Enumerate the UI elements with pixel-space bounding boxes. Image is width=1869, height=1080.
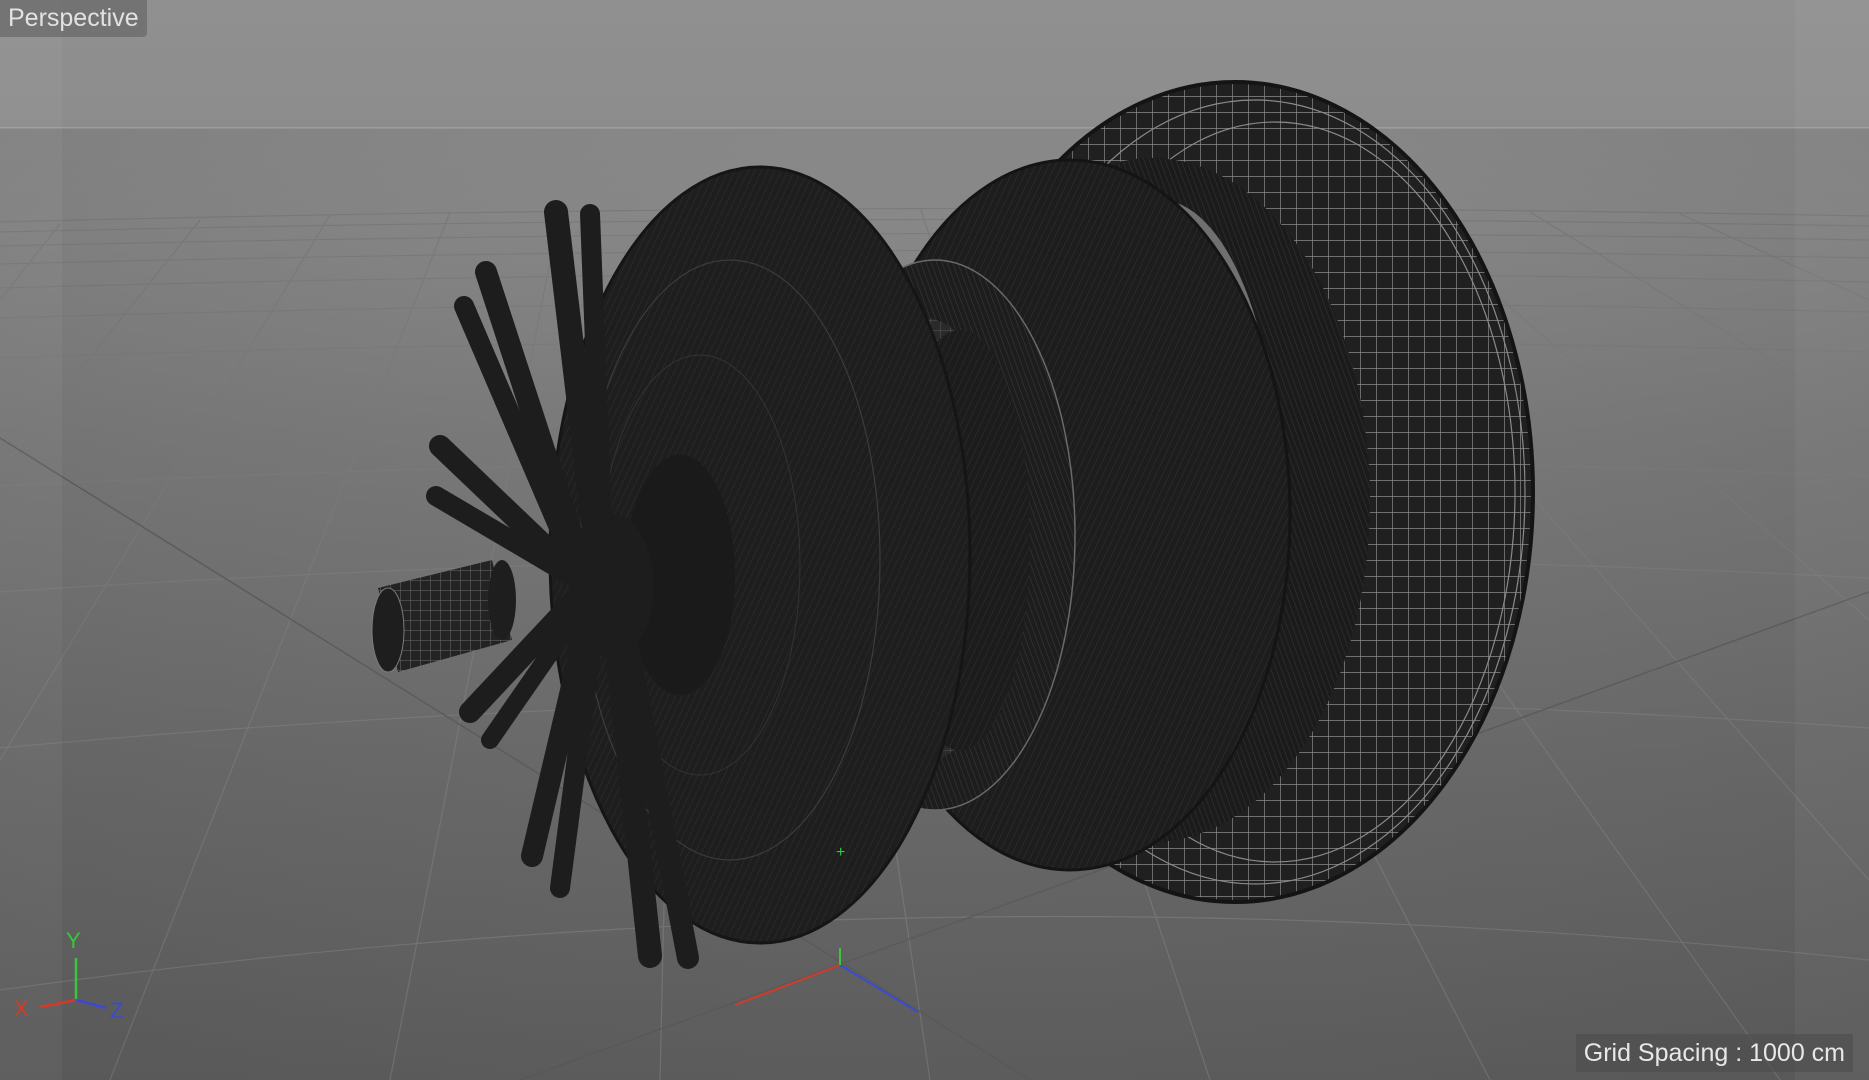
perspective-viewport[interactable]: + Y X Z Perspective Grid Spacing : 1000 …	[0, 0, 1869, 1080]
viewport-edge-shade	[1795, 0, 1869, 1080]
y-axis-label: Y	[66, 928, 81, 953]
viewport-edge-shade	[0, 0, 62, 1080]
scene-canvas[interactable]: + Y X Z	[0, 0, 1869, 1080]
hub-center-mesh[interactable]	[570, 514, 654, 658]
grid-spacing-label: Grid Spacing : 1000 cm	[1575, 1034, 1853, 1072]
x-axis-label: X	[14, 996, 29, 1021]
z-axis-label: Z	[110, 998, 123, 1023]
viewport-name-label[interactable]: Perspective	[0, 0, 147, 37]
svg-text:+: +	[836, 844, 845, 861]
